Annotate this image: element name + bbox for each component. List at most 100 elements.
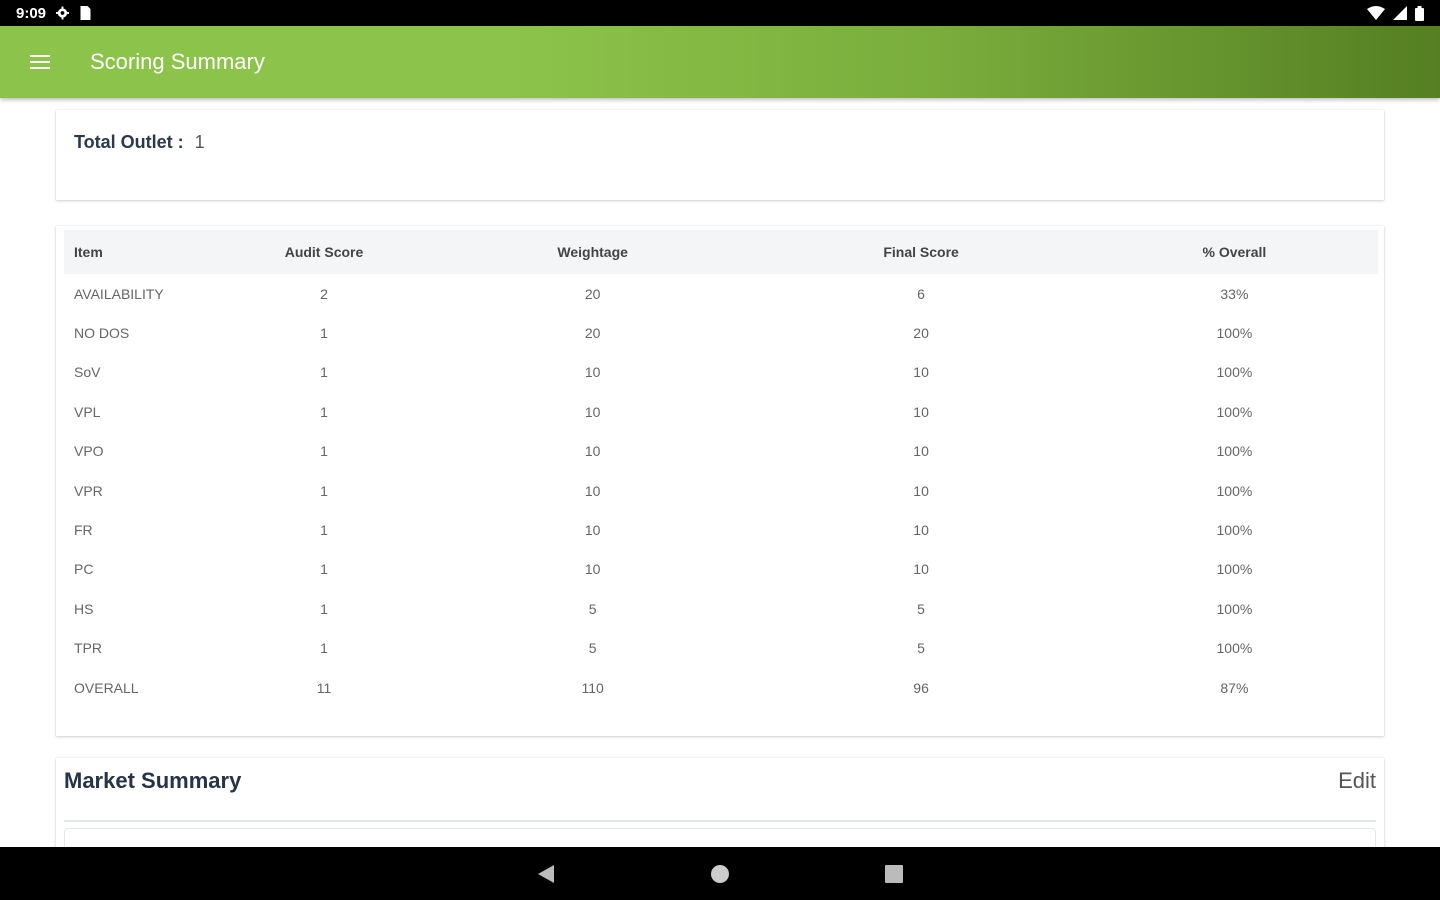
cell-overall-percent: 33%: [1220, 285, 1249, 302]
cell-final-score: 20: [913, 325, 929, 342]
cell-final-score: 96: [913, 679, 929, 696]
total-outlet-value: 1: [194, 132, 205, 152]
table-row: AVAILABILITY 2 20 6 33%: [64, 274, 1378, 313]
cell-item: SoV: [74, 364, 101, 381]
cell-overall-percent: 100%: [1216, 640, 1253, 657]
cell-audit-score: 1: [320, 600, 328, 617]
market-summary-card: Market Summary Edit: [56, 758, 1384, 868]
signal-icon: [1393, 6, 1407, 20]
navigation-bar: [0, 847, 1440, 900]
table-row: VPR 1 10 10 100%: [64, 471, 1378, 510]
cell-weightage: 10: [584, 403, 601, 420]
cell-audit-score: 1: [320, 325, 328, 342]
edit-button[interactable]: Edit: [1338, 768, 1376, 794]
table-row: HS 1 5 5 100%: [64, 589, 1378, 628]
cell-audit-score: 1: [320, 561, 328, 578]
cell-item: HS: [74, 600, 94, 617]
cell-audit-score: 1: [320, 640, 328, 657]
cell-weightage: 20: [584, 325, 601, 342]
cell-weightage: 5: [588, 600, 597, 617]
cell-item: AVAILABILITY: [74, 285, 164, 302]
table-row: VPO 1 10 10 100%: [64, 432, 1378, 471]
cell-final-score: 10: [913, 364, 929, 381]
table-row: SoV 1 10 10 100%: [64, 353, 1378, 392]
cell-final-score: 5: [917, 640, 925, 657]
cell-weightage: 10: [584, 522, 601, 539]
cell-item: VPO: [74, 443, 104, 460]
table-row-overall: OVERALL 11 110 96 87%: [64, 668, 1378, 707]
cell-item: VPR: [74, 482, 103, 499]
cell-audit-score: 11: [316, 679, 332, 696]
hamburger-menu-icon: [30, 55, 50, 69]
header-final-score: Final Score: [883, 244, 959, 260]
cell-audit-score: 1: [320, 522, 328, 539]
cell-overall-percent: 100%: [1216, 443, 1253, 460]
cell-final-score: 10: [913, 403, 929, 420]
cell-overall-percent: 100%: [1216, 325, 1253, 342]
home-icon: [711, 864, 729, 883]
cell-overall-percent: 100%: [1216, 482, 1253, 499]
cell-audit-score: 1: [320, 364, 328, 381]
header-item: Item: [74, 244, 103, 260]
cell-final-score: 10: [913, 443, 929, 460]
cell-audit-score: 1: [320, 443, 328, 460]
cell-audit-score: 1: [320, 403, 328, 420]
cell-weightage: 10: [584, 482, 601, 499]
scoring-table: Item Audit Score Weightage Final Score %…: [64, 230, 1378, 707]
recents-icon: [885, 864, 903, 883]
cell-final-score: 10: [913, 561, 929, 578]
sim-card-icon: [80, 6, 91, 20]
table-header-row: Item Audit Score Weightage Final Score %…: [64, 230, 1378, 274]
settings-icon: [56, 6, 70, 20]
cell-overall-percent: 87%: [1220, 679, 1249, 696]
header-audit-score: Audit Score: [284, 244, 364, 260]
cell-audit-score: 1: [320, 482, 328, 499]
wifi-icon: [1367, 6, 1385, 20]
table-row: VPL 1 10 10 100%: [64, 392, 1378, 431]
cell-weightage: 110: [581, 679, 604, 696]
header-weightage: Weightage: [557, 244, 628, 260]
total-outlet-row: Total Outlet : 1: [74, 132, 205, 153]
cell-item: NO DOS: [74, 325, 130, 342]
recents-button[interactable]: [882, 862, 906, 886]
cell-final-score: 10: [913, 522, 929, 539]
table-row: PC 1 10 10 100%: [64, 550, 1378, 589]
table-row: TPR 1 5 5 100%: [64, 629, 1378, 668]
cell-item: FR: [74, 522, 93, 539]
total-outlet-label: Total Outlet :: [74, 132, 184, 152]
status-time: 9:09: [16, 4, 47, 22]
total-outlet-card: Total Outlet : 1: [56, 110, 1384, 200]
cell-item: PC: [74, 561, 94, 578]
cell-weightage: 10: [584, 561, 601, 578]
scoring-table-card: Item Audit Score Weightage Final Score %…: [56, 226, 1384, 736]
cell-weightage: 10: [584, 364, 601, 381]
market-summary-title: Market Summary: [64, 768, 242, 793]
status-bar: 9:09: [0, 0, 1440, 26]
cell-overall-percent: 100%: [1216, 403, 1253, 420]
table-row: FR 1 10 10 100%: [64, 510, 1378, 549]
cell-weightage: 5: [588, 640, 597, 657]
cell-weightage: 20: [584, 285, 601, 302]
cell-final-score: 10: [913, 482, 929, 499]
cell-overall-percent: 100%: [1216, 600, 1253, 617]
cell-overall-percent: 100%: [1216, 364, 1253, 381]
back-icon: [538, 864, 554, 883]
header-overall-percent: % Overall: [1202, 244, 1267, 260]
cell-audit-score: 2: [320, 285, 328, 302]
battery-icon: [1415, 5, 1424, 21]
back-button[interactable]: [534, 862, 558, 886]
app-bar: Scoring Summary: [0, 26, 1440, 98]
cell-overall-percent: 100%: [1216, 522, 1253, 539]
table-row: NO DOS 1 20 20 100%: [64, 313, 1378, 352]
page-title: Scoring Summary: [90, 49, 265, 74]
home-button[interactable]: [708, 862, 732, 886]
cell-final-score: 6: [917, 285, 925, 302]
cell-item: OVERALL: [74, 679, 139, 696]
cell-item: VPL: [74, 403, 101, 420]
hamburger-menu-button[interactable]: [0, 26, 80, 98]
cell-final-score: 5: [917, 600, 925, 617]
cell-overall-percent: 100%: [1216, 561, 1253, 578]
divider: [64, 820, 1376, 822]
cell-item: TPR: [74, 640, 102, 657]
cell-weightage: 10: [584, 443, 601, 460]
